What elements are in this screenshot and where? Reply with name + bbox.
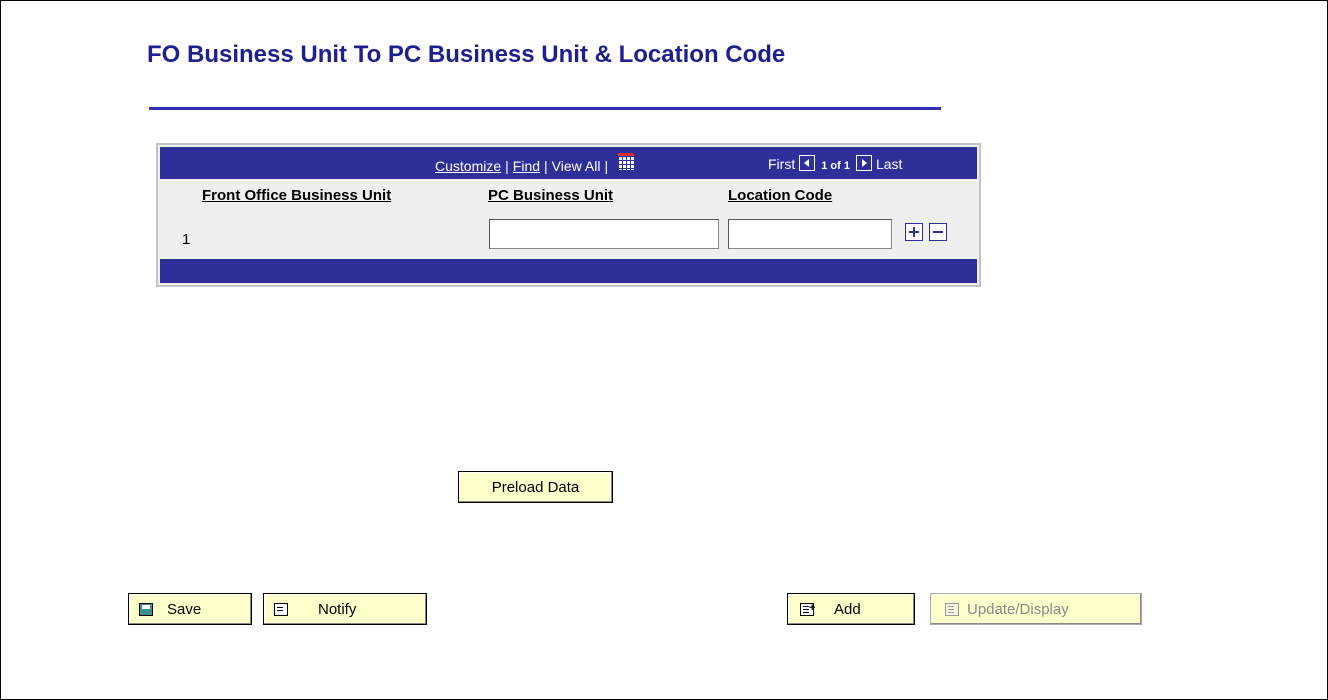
view-all-label: View All <box>551 157 601 174</box>
grid-nav-links: Customize | Find | View All | <box>435 153 635 174</box>
column-header-front-office-business-unit[interactable]: Front Office Business Unit <box>202 187 391 204</box>
update-display-label: Update/Display <box>967 600 1069 618</box>
save-icon <box>139 602 153 616</box>
update-display-icon <box>945 602 959 616</box>
update-display-button[interactable]: Update/Display <box>930 593 1142 625</box>
page-title: FO Business Unit To PC Business Unit & L… <box>147 41 786 68</box>
page-frame: FO Business Unit To PC Business Unit & L… <box>0 0 1328 700</box>
previous-row-icon[interactable] <box>799 155 816 171</box>
next-row-icon[interactable] <box>855 155 872 171</box>
mapping-grid: Customize | Find | View All | First 1 of… <box>156 143 981 287</box>
column-header-pc-business-unit[interactable]: PC Business Unit <box>488 187 613 204</box>
notify-icon <box>274 602 288 616</box>
preload-data-button[interactable]: Preload Data <box>458 471 613 503</box>
nav-separator: | <box>544 157 548 174</box>
column-header-location-code[interactable]: Location Code <box>728 187 832 204</box>
row-number: 1 <box>182 231 191 248</box>
notify-label: Notify <box>318 600 357 618</box>
first-label: First <box>768 156 796 172</box>
plus-icon[interactable] <box>905 223 923 241</box>
location-code-input[interactable] <box>728 219 892 249</box>
customize-link[interactable]: Customize <box>435 158 501 174</box>
save-label: Save <box>167 600 202 618</box>
add-button[interactable]: Add <box>787 593 915 625</box>
grid-paging: First 1 of 1 Last <box>768 155 903 172</box>
find-link[interactable]: Find <box>513 158 540 174</box>
notify-button[interactable]: Notify <box>263 593 427 625</box>
nav-separator: | <box>505 157 509 174</box>
preload-data-label: Preload Data <box>491 478 580 496</box>
grid-navigation-bar: Customize | Find | View All | First 1 of… <box>160 147 977 179</box>
row-count: 1 of 1 <box>821 160 850 172</box>
add-label: Add <box>834 600 861 618</box>
nav-separator: | <box>604 157 609 174</box>
title-divider <box>149 107 941 110</box>
pc-business-unit-input[interactable] <box>489 219 719 249</box>
last-label: Last <box>875 156 903 172</box>
grid-footer-bar <box>160 259 977 283</box>
save-button[interactable]: Save <box>128 593 252 625</box>
minus-icon[interactable] <box>929 223 947 241</box>
add-icon <box>800 602 815 616</box>
grid-view-icon[interactable] <box>618 153 635 170</box>
